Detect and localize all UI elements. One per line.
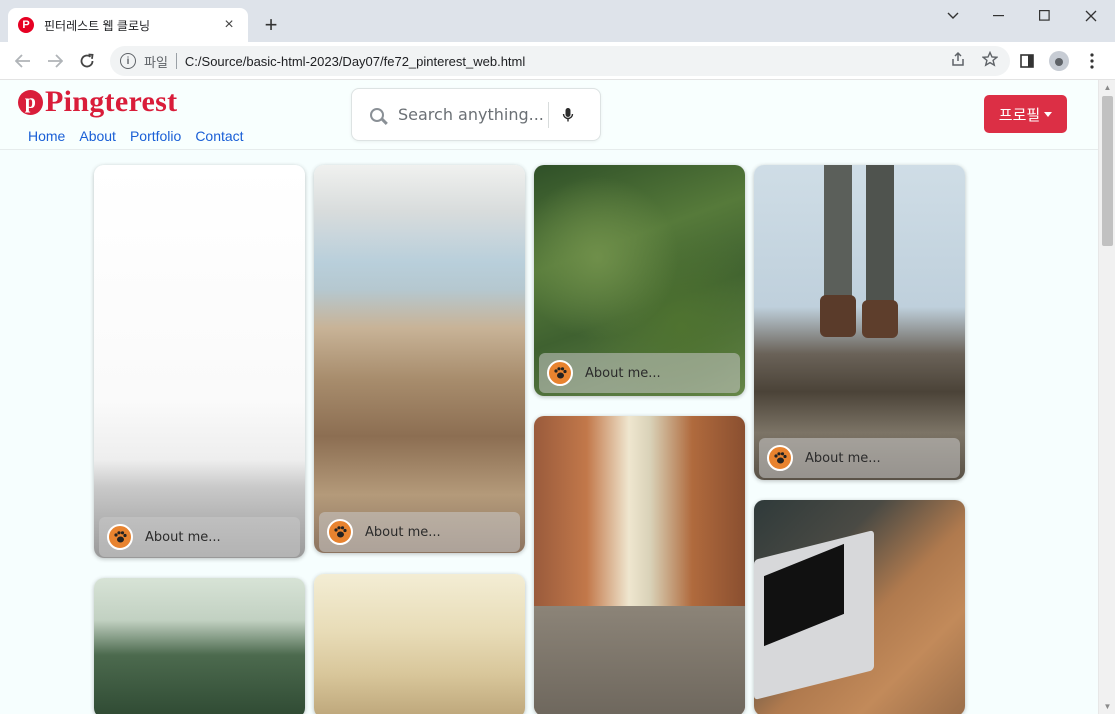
nav-contact[interactable]: Contact xyxy=(195,128,243,144)
profile-avatar-icon[interactable] xyxy=(1046,48,1072,74)
page-viewport: p Pingterest Home About Portfolio Contac… xyxy=(0,80,1115,714)
address-bar[interactable]: i 파일 C:/Source/basic-html-2023/Day07/fe7… xyxy=(110,46,1010,76)
paw-icon xyxy=(547,360,573,386)
profile-label: 프로필 xyxy=(998,105,1041,124)
pin-caption: About me... xyxy=(365,524,441,540)
scroll-up-icon[interactable]: ▲ xyxy=(1099,83,1115,92)
site-logo[interactable]: p Pingterest xyxy=(18,85,177,119)
maximize-icon[interactable] xyxy=(1022,0,1068,32)
window-close-icon[interactable] xyxy=(1068,0,1114,32)
browser-menu-icon[interactable] xyxy=(1079,48,1105,74)
url-scheme-label: 파일 xyxy=(144,54,168,70)
back-arrow-icon[interactable] xyxy=(10,48,36,74)
tab-title: 핀터레스트 웹 클로닝 xyxy=(44,18,151,33)
pin-caption-bar: About me... xyxy=(319,512,520,552)
pin-card[interactable] xyxy=(534,416,745,714)
search-box xyxy=(351,88,601,141)
bookmark-star-icon[interactable] xyxy=(981,50,999,71)
tab-close-icon[interactable]: × xyxy=(220,16,238,34)
pin-card[interactable] xyxy=(754,500,965,714)
pin-card[interactable]: About me... xyxy=(314,165,525,553)
paw-icon xyxy=(107,524,133,550)
pin-caption: About me... xyxy=(805,450,881,466)
pin-card[interactable]: About me... xyxy=(754,165,965,480)
pin-caption-bar: About me... xyxy=(539,353,740,393)
pin-card[interactable] xyxy=(314,574,525,714)
forward-arrow-icon[interactable] xyxy=(42,48,68,74)
search-input[interactable] xyxy=(398,105,548,124)
site-header: p Pingterest Home About Portfolio Contac… xyxy=(0,80,1098,150)
microphone-icon[interactable] xyxy=(559,107,577,123)
share-icon[interactable] xyxy=(950,51,966,71)
profile-dropdown-button[interactable]: 프로필 xyxy=(984,95,1067,133)
logo-text: Pingterest xyxy=(45,85,178,118)
scrollbar-thumb[interactable] xyxy=(1102,96,1113,246)
browser-tabstrip: P 핀터레스트 웹 클로닝 × + xyxy=(0,0,1115,42)
site-info-icon[interactable]: i xyxy=(120,53,136,69)
side-panel-icon[interactable] xyxy=(1014,48,1040,74)
pin-card[interactable] xyxy=(94,578,305,714)
search-icon xyxy=(370,107,384,122)
pinterest-favicon-icon: P xyxy=(18,17,34,33)
reload-icon[interactable] xyxy=(74,48,100,74)
pinterest-logo-icon: p xyxy=(18,89,43,115)
pin-caption-bar: About me... xyxy=(99,517,300,557)
url-text[interactable]: C:/Source/basic-html-2023/Day07/fe72_pin… xyxy=(185,54,525,69)
browser-tab[interactable]: P 핀터레스트 웹 클로닝 × xyxy=(8,8,248,42)
search-divider xyxy=(548,101,549,128)
pin-caption-bar: About me... xyxy=(759,438,960,478)
caret-down-icon xyxy=(1044,111,1053,117)
pin-card[interactable]: About me... xyxy=(94,165,305,558)
page-scrollbar[interactable]: ▲ ▼ xyxy=(1098,80,1115,714)
browser-toolbar: i 파일 C:/Source/basic-html-2023/Day07/fe7… xyxy=(0,42,1115,80)
minimize-icon[interactable] xyxy=(976,0,1022,32)
pin-image-legs xyxy=(820,165,898,338)
tab-search-chevron-icon[interactable] xyxy=(930,0,976,32)
nav-portfolio[interactable]: Portfolio xyxy=(130,128,181,144)
pin-card[interactable]: About me... xyxy=(534,165,745,396)
pin-caption: About me... xyxy=(145,529,221,545)
paw-icon xyxy=(327,519,353,545)
paw-icon xyxy=(767,445,793,471)
scroll-down-icon[interactable]: ▼ xyxy=(1099,702,1115,711)
new-tab-button[interactable]: + xyxy=(259,12,283,38)
main-nav: Home About Portfolio Contact xyxy=(28,128,244,144)
nav-about[interactable]: About xyxy=(79,128,116,144)
pin-caption: About me... xyxy=(585,365,661,381)
url-separator xyxy=(175,53,177,69)
nav-home[interactable]: Home xyxy=(28,128,65,144)
